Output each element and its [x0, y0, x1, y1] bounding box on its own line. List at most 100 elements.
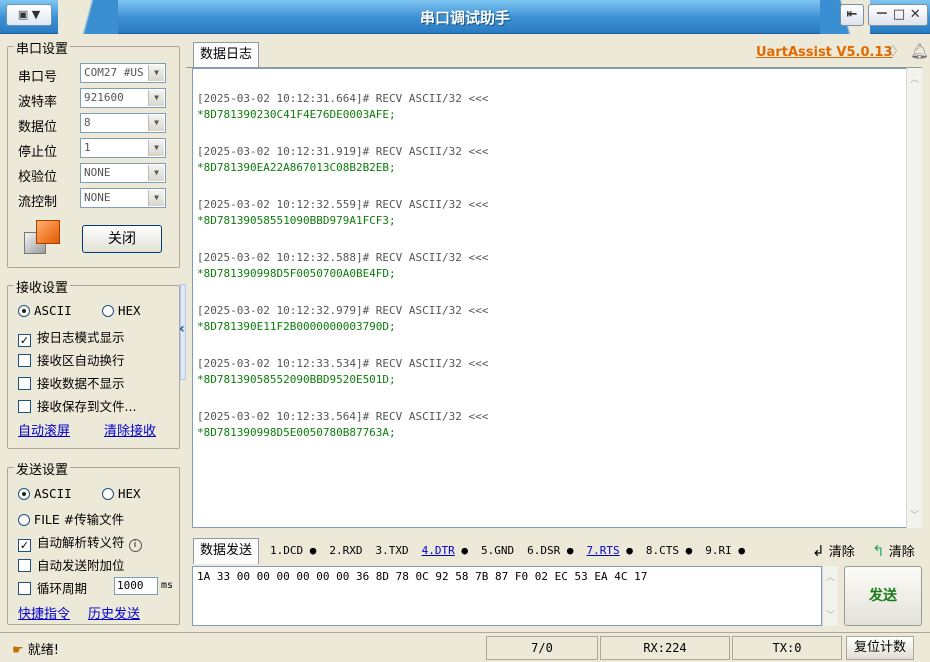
app-icon: ▣: [17, 8, 29, 21]
log-entry-data: *8D78139058552090BBD9520E501D;: [197, 373, 396, 386]
pin-label[interactable]: 7.RTS: [587, 544, 620, 557]
pin-indicator: 6.DSR ●: [527, 544, 573, 557]
arrow-up-left-icon: ↰: [872, 542, 885, 560]
arrow-down-left-icon: ↲: [812, 542, 825, 560]
receive-mode-ascii-label: ASCII: [34, 303, 72, 318]
chevron-down-icon[interactable]: ▼: [148, 65, 164, 81]
log-output[interactable]: [2025-03-02 10:12:31.664]# RECV ASCII/32…: [192, 68, 907, 528]
chevron-down-icon[interactable]: ▼: [148, 165, 164, 181]
shortcut-commands-link[interactable]: 快捷指令: [18, 603, 70, 622]
log-entry: [2025-03-02 10:12:32.559]# RECV ASCII/32…: [193, 197, 906, 229]
panel-splitter[interactable]: ‹: [179, 284, 186, 380]
clear-send-label-1: 清除: [828, 545, 855, 560]
send-mode-ascii-label: ASCII: [34, 486, 72, 501]
bell-icon[interactable]: 🔔︎: [910, 42, 929, 60]
log-entry: [2025-03-02 10:12:31.919]# RECV ASCII/32…: [193, 144, 906, 176]
log-entry-data: *8D781390998D5F0050700A0BE4FD;: [197, 267, 396, 280]
port-field-select[interactable]: NONE ▼: [80, 163, 166, 183]
reset-count-button[interactable]: 复位计数: [846, 636, 914, 660]
scroll-down-icon[interactable]: ﹀: [910, 508, 919, 521]
pin-label[interactable]: 4.DTR: [422, 544, 455, 557]
receive-option-checkbox[interactable]: 接收保存到文件...: [18, 396, 136, 415]
port-field-select[interactable]: 1 ▼: [80, 138, 166, 158]
checkbox-icon: [18, 354, 31, 367]
parse-escape-checkbox[interactable]: ✓ 自动解析转义符 i: [18, 532, 142, 552]
port-field-select[interactable]: 8 ▼: [80, 113, 166, 133]
log-entry-data: *8D78139058551090BBD979A1FCF3;: [197, 214, 396, 227]
brand-link[interactable]: UartAssist V5.0.13: [756, 45, 893, 60]
auto-scroll-link[interactable]: 自动滚屏: [18, 420, 70, 439]
send-button[interactable]: 发送: [844, 566, 922, 626]
pin-label: 8.CTS: [645, 544, 679, 557]
receive-mode-hex-label: HEX: [118, 303, 141, 318]
parse-escape-label: 自动解析转义符: [37, 535, 125, 550]
chevron-down-icon[interactable]: ▼: [148, 90, 164, 106]
port-field-select[interactable]: NONE ▼: [80, 188, 166, 208]
pin-indicator[interactable]: 7.RTS ●: [587, 544, 633, 557]
log-entry-header: [2025-03-02 10:12:32.559]# RECV ASCII/32…: [197, 198, 489, 211]
pin-button[interactable]: ⇤: [840, 4, 864, 26]
clear-receive-link[interactable]: 清除接收: [104, 420, 156, 439]
chevron-down-icon[interactable]: ▼: [148, 115, 164, 131]
auto-append-label: 自动发送附加位: [37, 558, 125, 573]
receive-option-checkbox[interactable]: 接收数据不显示: [18, 373, 125, 392]
pin-indicator: 5.GND: [481, 544, 514, 557]
port-field-select[interactable]: COM27 #US ▼: [80, 63, 166, 83]
close-port-button[interactable]: 关闭: [82, 225, 162, 253]
collapse-arrow-icon[interactable]: ‹: [179, 321, 185, 337]
status-tx: TX:0: [732, 636, 842, 660]
log-entry-header: [2025-03-02 10:12:31.919]# RECV ASCII/32…: [197, 145, 489, 158]
status-rx: RX:224: [600, 636, 730, 660]
pin-dot-icon: ●: [619, 544, 633, 557]
receive-mode-ascii[interactable]: ASCII: [18, 303, 72, 318]
scroll-up-icon[interactable]: ︿: [910, 72, 919, 85]
cycle-period-input[interactable]: 1000: [114, 577, 158, 595]
cycle-label: 循环周期: [37, 581, 88, 596]
pin-indicator[interactable]: 4.DTR ●: [422, 544, 468, 557]
log-entry: [2025-03-02 10:12:32.979]# RECV ASCII/32…: [193, 303, 906, 335]
send-history-link[interactable]: 历史发送: [88, 603, 140, 622]
checkbox-icon: [18, 582, 31, 595]
window-controls[interactable]: － □ ✕: [868, 4, 928, 26]
log-entry-header: [2025-03-02 10:12:31.664]# RECV ASCII/32…: [197, 92, 489, 105]
receive-option-checkbox[interactable]: ✓ 按日志模式显示: [18, 327, 125, 347]
port-field-value: NONE: [84, 166, 111, 179]
chevron-down-icon[interactable]: ▼: [148, 140, 164, 156]
cycle-unit: ms: [161, 580, 174, 591]
send-mode-file[interactable]: FILE #传输文件: [18, 509, 124, 528]
auto-append-checkbox[interactable]: 自动发送附加位: [18, 555, 125, 574]
pin-dot-icon: ●: [560, 544, 574, 557]
send-settings-label: 发送设置: [14, 459, 71, 478]
port-field-select[interactable]: 921600 ▼: [80, 88, 166, 108]
scroll-down-icon[interactable]: ﹀: [826, 608, 835, 621]
receive-option-checkbox[interactable]: 接收区自动换行: [18, 350, 125, 369]
minimize-icon[interactable]: －: [875, 7, 888, 22]
system-menu-button[interactable]: ▣ ▼: [6, 4, 52, 26]
receive-mode-hex[interactable]: HEX: [102, 303, 141, 318]
log-scrollbar[interactable]: ︿ ﹀: [906, 68, 922, 528]
pin-label: 3.TXD: [375, 544, 409, 557]
maximize-icon[interactable]: □: [893, 7, 905, 22]
cycle-checkbox[interactable]: 循环周期: [18, 578, 87, 597]
send-mode-ascii[interactable]: ASCII: [18, 486, 72, 501]
tab-data-send[interactable]: 数据发送: [193, 538, 260, 564]
tab-data-log[interactable]: 数据日志: [193, 42, 260, 68]
clear-send-button-1[interactable]: ↲ 清除: [812, 541, 855, 560]
clear-send-button-2[interactable]: ↰ 清除: [872, 541, 915, 560]
receive-option-label: 按日志模式显示: [37, 330, 125, 345]
chevron-down-icon[interactable]: ▼: [148, 190, 164, 206]
pin-dot-icon: ●: [303, 544, 317, 557]
port-status-icon: [24, 220, 68, 256]
send-scrollbar[interactable]: ︿ ﹀: [822, 566, 838, 626]
pin-label: 1.DCD: [270, 544, 304, 557]
info-icon[interactable]: i: [128, 539, 142, 552]
scroll-up-icon[interactable]: ︿: [826, 570, 835, 583]
send-input[interactable]: 1A 33 00 00 00 00 00 00 36 8D 78 0C 92 5…: [192, 566, 822, 626]
radio-icon: [18, 305, 30, 317]
close-icon[interactable]: ✕: [910, 7, 921, 22]
send-mode-file-label: FILE #传输文件: [34, 512, 125, 527]
diamond-icon[interactable]: ♢: [886, 42, 899, 60]
log-entry: [2025-03-02 10:12:32.588]# RECV ASCII/32…: [193, 250, 906, 282]
send-mode-hex[interactable]: HEX: [102, 486, 141, 501]
pin-label: 9.RI: [705, 544, 732, 557]
